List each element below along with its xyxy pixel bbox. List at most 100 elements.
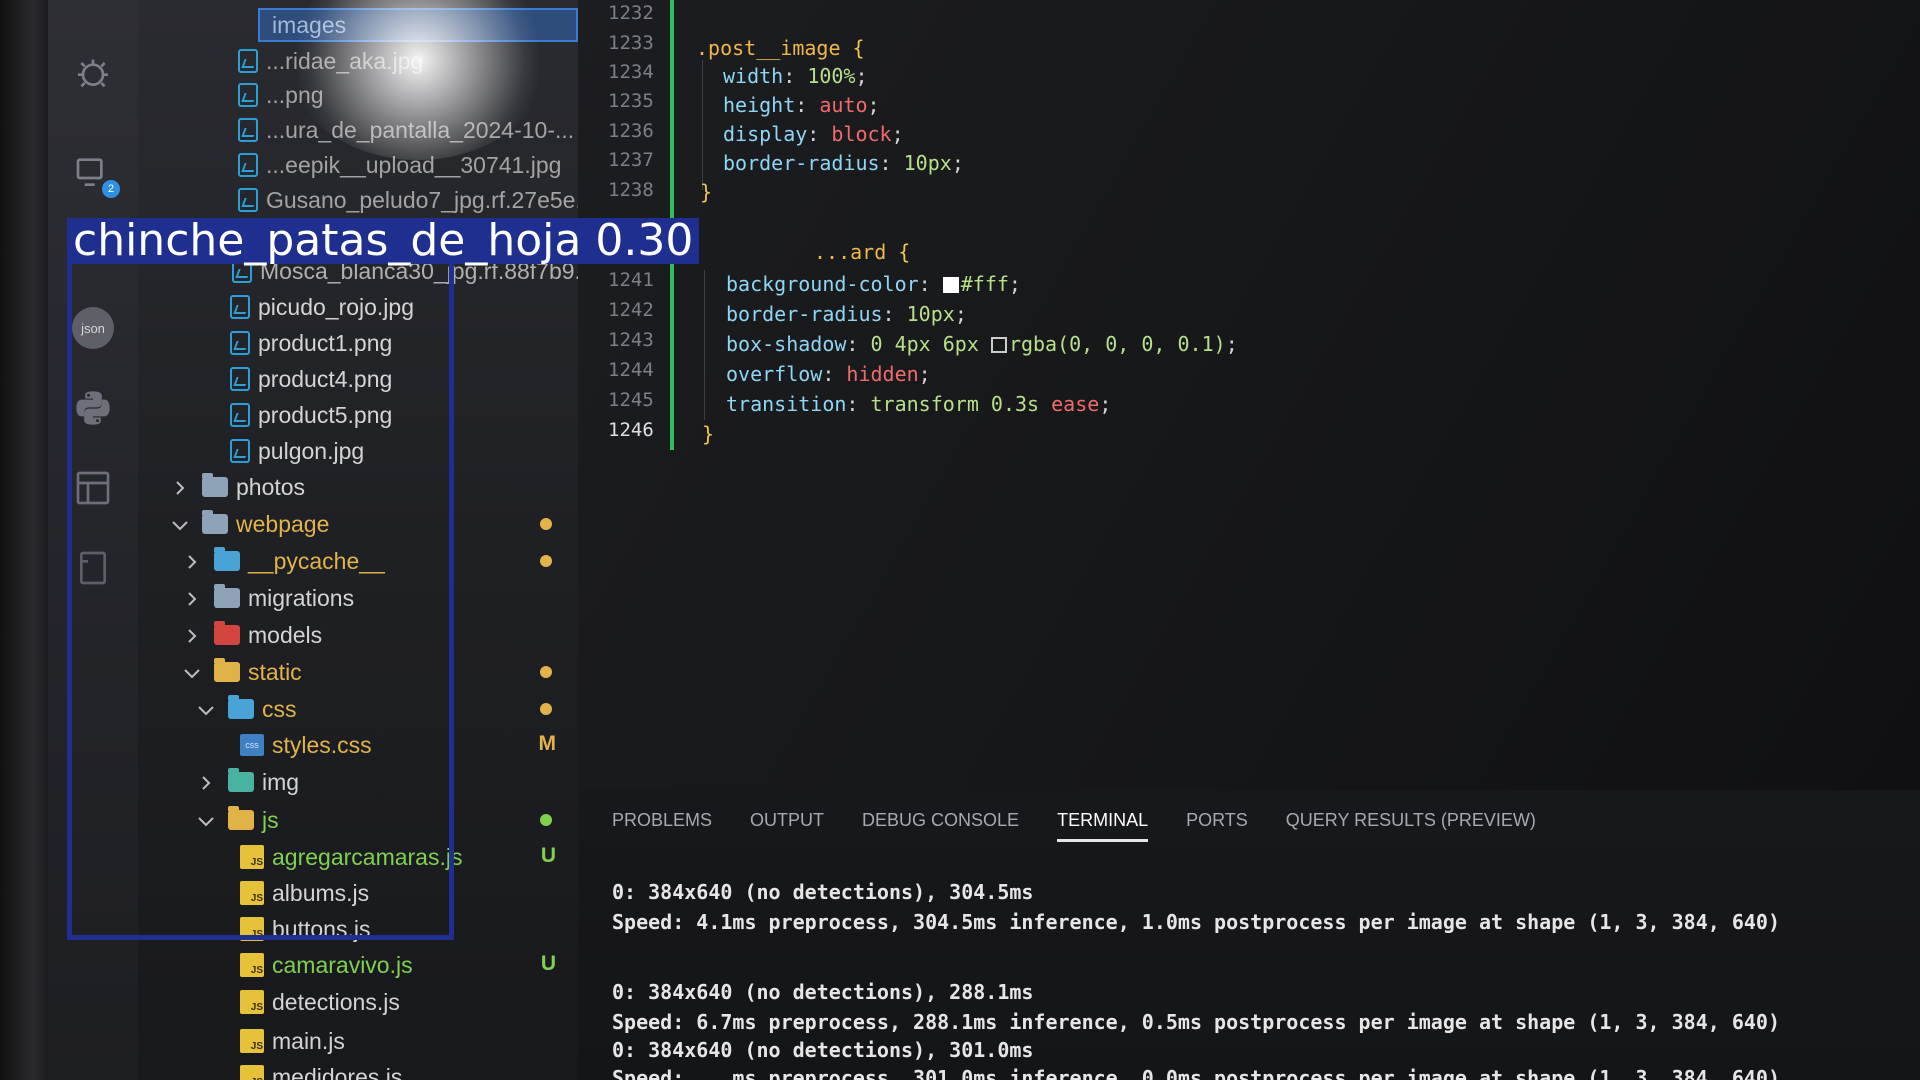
folder-icon: [214, 584, 240, 608]
css-value: transform 0.3s: [870, 392, 1040, 416]
notebook-icon[interactable]: [70, 545, 116, 591]
line-number-active: 1246: [608, 419, 654, 441]
color-swatch[interactable]: [990, 337, 1007, 353]
css-value: 100%: [807, 64, 856, 88]
tree-item-file[interactable]: product4.png: [138, 362, 578, 396]
line-number: 1237: [608, 149, 654, 171]
line-number: 1234: [608, 61, 654, 83]
line-number: 1244: [608, 359, 654, 381]
folder-icon: [214, 621, 240, 645]
tree-folder-models[interactable]: models: [138, 618, 578, 652]
tree-item-label: migrations: [248, 584, 355, 611]
tree-item-file[interactable]: ...eepik__upload__30741.jpg: [138, 148, 578, 182]
tree-item-file[interactable]: pulgon.jpg: [138, 434, 578, 468]
remote-badge: 2: [102, 180, 120, 198]
tree-folder-js[interactable]: js: [138, 803, 578, 837]
tree-file-medidores[interactable]: JS medidores.js: [138, 1060, 578, 1080]
tree-file-main[interactable]: JS main.js: [138, 1024, 578, 1058]
activity-bar: 2 json: [48, 0, 138, 1080]
css-selector: .post__image: [696, 36, 841, 60]
tab-query-results[interactable]: QUERY RESULTS (PREVIEW): [1286, 810, 1536, 842]
css-file-icon: css: [240, 734, 264, 756]
brace: }: [700, 180, 713, 204]
remote-explorer-icon[interactable]: 2: [70, 150, 120, 198]
image-file-icon: [238, 83, 258, 107]
tree-item-file[interactable]: Gusano_peludo7_jpg.rf.27e5e...: [138, 183, 595, 217]
tree-item-label: models: [248, 621, 323, 648]
tree-folder-webpage[interactable]: webpage: [138, 507, 578, 541]
css-property: background-color: [726, 272, 919, 296]
tree-item-label: webpage: [236, 510, 330, 537]
brace: {: [840, 36, 865, 60]
tree-file-styles-css[interactable]: css styles.css M: [138, 728, 578, 762]
database-icon[interactable]: [70, 465, 116, 511]
debug-icon[interactable]: [70, 50, 116, 96]
chevron-right-icon: [182, 625, 202, 645]
css-property: overflow: [726, 362, 823, 386]
screen-bezel: [0, 0, 48, 1080]
tree-file-agregarcamaras[interactable]: JS agregarcamaras.js U: [138, 840, 578, 874]
code-line: border-radius: 10px;: [726, 302, 967, 326]
tab-problems[interactable]: PROBLEMS: [612, 810, 712, 842]
panel-tabs: PROBLEMS OUTPUT DEBUG CONSOLE TERMINAL P…: [612, 810, 1536, 842]
code-line: .post__image {: [696, 36, 865, 60]
tree-item-label: pulgon.jpg: [258, 437, 365, 464]
code-line: background-color: #fff;: [726, 272, 1021, 296]
chevron-down-icon: [182, 662, 202, 682]
tree-folder-photos[interactable]: photos: [138, 470, 578, 504]
json-icon[interactable]: json: [70, 305, 116, 351]
image-file-icon: [230, 403, 250, 427]
chevron-down-icon: [170, 514, 190, 534]
modified-dot: [540, 703, 552, 715]
folder-open-icon: [228, 695, 254, 719]
tree-item-file[interactable]: product5.png: [138, 398, 578, 432]
tab-output[interactable]: OUTPUT: [750, 810, 824, 842]
tree-item-file[interactable]: ...ridae_aka.jpg: [138, 44, 578, 78]
color-swatch[interactable]: [942, 277, 959, 293]
image-file-icon: [230, 295, 250, 319]
tree-folder-img[interactable]: img: [138, 765, 578, 799]
line-number: 1242: [608, 299, 654, 321]
code-editor[interactable]: 1232 1233 1234 1235 1236 1237 1238 1240 …: [578, 0, 1920, 800]
code-line: }: [702, 422, 714, 446]
line-number: 1233: [608, 32, 654, 54]
tree-item-file[interactable]: ...ura_de_pantalla_2024-10-...: [138, 113, 578, 147]
tree-file-detections[interactable]: JS detections.js: [138, 985, 578, 1019]
tree-item-label: css: [262, 695, 297, 722]
tree-folder-static[interactable]: static: [138, 655, 578, 689]
tree-folder-pycache[interactable]: __pycache__: [138, 544, 578, 578]
tree-item-label: ...png: [266, 81, 324, 108]
tree-folder-css[interactable]: css: [138, 692, 578, 726]
folder-icon: [202, 473, 228, 497]
tab-debug-console[interactable]: DEBUG CONSOLE: [862, 810, 1019, 842]
tree-item-label: ...ura_de_pantalla_2024-10-...: [266, 116, 575, 143]
tree-item-file[interactable]: ...png: [138, 78, 578, 112]
tab-terminal[interactable]: TERMINAL: [1057, 810, 1149, 842]
explorer-panel: images ...ridae_aka.jpg ...png ...ura_de…: [138, 0, 595, 1080]
terminal-line: Speed: 4.1ms preprocess, 304.5ms inferen…: [612, 910, 1780, 934]
tree-item-images[interactable]: images: [258, 8, 578, 42]
tree-file-albums[interactable]: JS albums.js: [138, 876, 578, 910]
tab-ports[interactable]: PORTS: [1186, 810, 1248, 842]
tree-item-file[interactable]: picudo_rojo.jpg: [138, 290, 578, 324]
code-line: transition: transform 0.3s ease;: [726, 392, 1112, 416]
image-file-icon: [238, 49, 258, 73]
tree-file-buttons[interactable]: JS buttons.js: [138, 912, 578, 946]
tree-item-label: buttons.js: [272, 915, 371, 942]
line-number: 1243: [608, 329, 654, 351]
chevron-right-icon: [182, 588, 202, 608]
code-line: border-radius: 10px;: [723, 151, 964, 175]
chevron-right-icon: [170, 477, 190, 497]
python-icon[interactable]: [70, 385, 116, 431]
css-property: border-radius: [726, 302, 883, 326]
tree-item-label: product4.png: [258, 365, 393, 392]
tree-file-camaravivo[interactable]: JS camaravivo.js U: [138, 948, 578, 982]
css-selector: ...ard: [814, 240, 887, 264]
tree-item-file[interactable]: product1.png: [138, 326, 578, 360]
css-property: transition: [726, 392, 847, 416]
tree-item-label: camaravivo.js: [272, 951, 413, 978]
tree-item-label: ...eepik__upload__30741.jpg: [266, 151, 562, 178]
tree-folder-migrations[interactable]: migrations: [138, 581, 578, 615]
folder-open-icon: [228, 806, 254, 830]
image-file-icon: [230, 331, 250, 355]
